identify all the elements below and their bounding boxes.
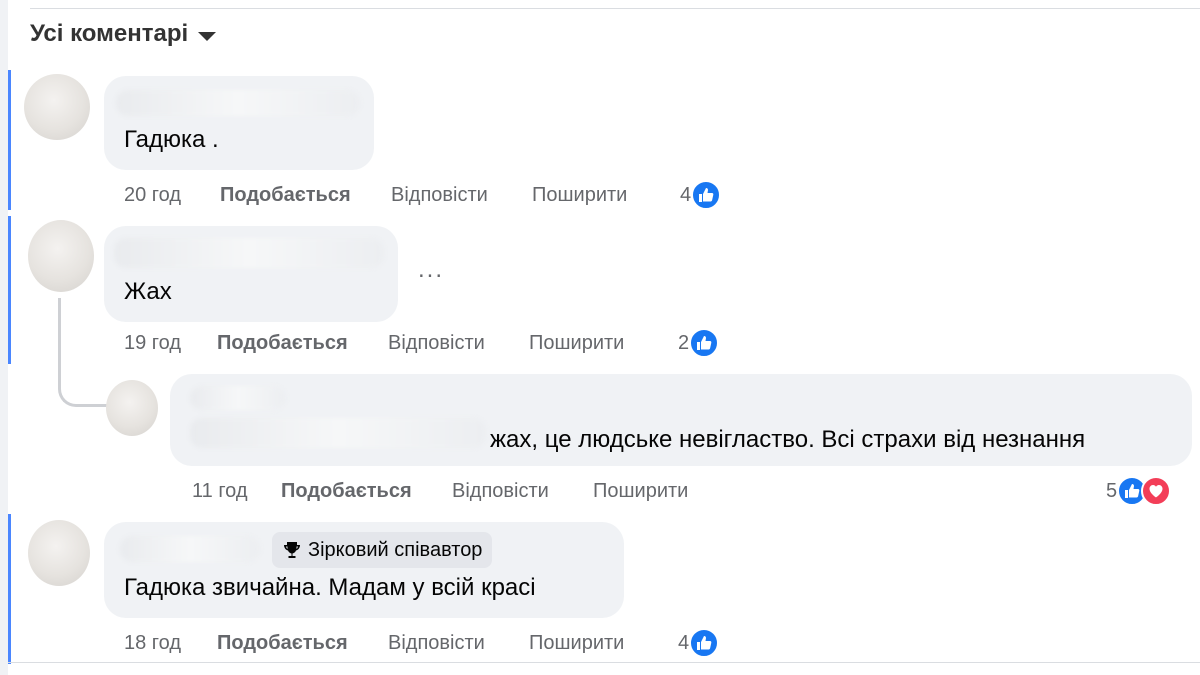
reply-button[interactable]: Відповісти bbox=[388, 332, 529, 355]
like-button[interactable]: Подобається bbox=[220, 184, 391, 207]
page-left-gutter bbox=[0, 0, 8, 675]
avatar[interactable] bbox=[24, 74, 90, 140]
comment-bubble: Жах bbox=[104, 226, 398, 322]
more-options-button[interactable]: ... bbox=[418, 256, 444, 284]
author-name-blurred-part bbox=[190, 418, 486, 448]
comment-time[interactable]: 19 год bbox=[124, 332, 217, 355]
share-button[interactable]: Поширити bbox=[593, 480, 688, 503]
thumbs-up-icon bbox=[689, 628, 720, 658]
comment-bubble: Гадюка . bbox=[104, 76, 374, 170]
caret-down-icon bbox=[198, 31, 217, 41]
author-name-blurred[interactable] bbox=[190, 386, 286, 410]
comment-time[interactable]: 20 год bbox=[124, 184, 220, 207]
thumbs-up-icon bbox=[689, 328, 720, 358]
like-button[interactable]: Подобається bbox=[217, 632, 388, 655]
comment-bubble: жах, це людське невігластво. Всі страхи … bbox=[170, 374, 1192, 466]
share-button[interactable]: Поширити bbox=[529, 632, 624, 655]
reaction-summary[interactable]: 2 bbox=[678, 328, 720, 358]
comment-filter-dropdown[interactable]: Усі коментарі bbox=[30, 20, 217, 48]
reaction-summary[interactable]: 4 bbox=[680, 180, 722, 210]
avatar[interactable] bbox=[28, 220, 94, 292]
author-name-blurred[interactable] bbox=[114, 238, 384, 268]
comment-meta: 19 год Подобається Відповісти Поширити bbox=[124, 332, 624, 355]
comment-bubble: Зірковий співавтор Гадюка звичайна. Мада… bbox=[104, 522, 624, 618]
author-name-blurred[interactable] bbox=[120, 536, 260, 562]
badge-label: Зірковий співавтор bbox=[308, 538, 483, 561]
reply-button[interactable]: Відповісти bbox=[391, 184, 532, 207]
comment-highlight-bar bbox=[8, 514, 11, 664]
comment-text: Гадюка звичайна. Мадам у всій красі bbox=[124, 574, 536, 601]
author-name-blurred[interactable] bbox=[116, 90, 360, 116]
comment-text: Жах bbox=[124, 278, 172, 305]
reaction-count: 4 bbox=[680, 183, 692, 206]
reaction-summary[interactable]: 5 bbox=[1106, 476, 1172, 506]
reaction-count: 5 bbox=[1106, 479, 1118, 502]
reaction-summary[interactable]: 4 bbox=[678, 628, 720, 658]
share-button[interactable]: Поширити bbox=[532, 184, 627, 207]
comment-meta: 20 год Подобається Відповісти Поширити bbox=[124, 184, 627, 207]
reaction-count: 2 bbox=[678, 331, 690, 354]
reply-button[interactable]: Відповісти bbox=[388, 632, 529, 655]
avatar[interactable] bbox=[106, 380, 158, 436]
reaction-count: 4 bbox=[678, 631, 690, 654]
heart-icon bbox=[1141, 476, 1172, 506]
top-fan-badge[interactable]: Зірковий співавтор bbox=[272, 532, 493, 568]
comment-time[interactable]: 18 год bbox=[124, 632, 217, 655]
comment-meta: 18 год Подобається Відповісти Поширити bbox=[124, 632, 624, 655]
comment-filter-label: Усі коментарі bbox=[30, 20, 189, 47]
comment-meta: 11 год Подобається Відповісти Поширити bbox=[192, 480, 688, 503]
thumbs-up-icon bbox=[691, 180, 722, 210]
comment-highlight-bar bbox=[8, 216, 11, 364]
reply-thread-line bbox=[58, 298, 109, 407]
like-button[interactable]: Подобається bbox=[217, 332, 388, 355]
avatar[interactable] bbox=[28, 520, 90, 586]
reply-button[interactable]: Відповісти bbox=[452, 480, 593, 503]
comment-text: жах, це людське невігластво. Всі страхи … bbox=[490, 426, 1086, 453]
comment-text: Гадюка . bbox=[124, 126, 219, 153]
top-divider bbox=[30, 8, 1200, 9]
share-button[interactable]: Поширити bbox=[529, 332, 624, 355]
comment-highlight-bar bbox=[8, 70, 11, 210]
comment-time[interactable]: 11 год bbox=[192, 480, 281, 503]
like-button[interactable]: Подобається bbox=[281, 480, 452, 503]
bottom-divider bbox=[8, 662, 1200, 663]
trophy-icon bbox=[284, 542, 300, 558]
